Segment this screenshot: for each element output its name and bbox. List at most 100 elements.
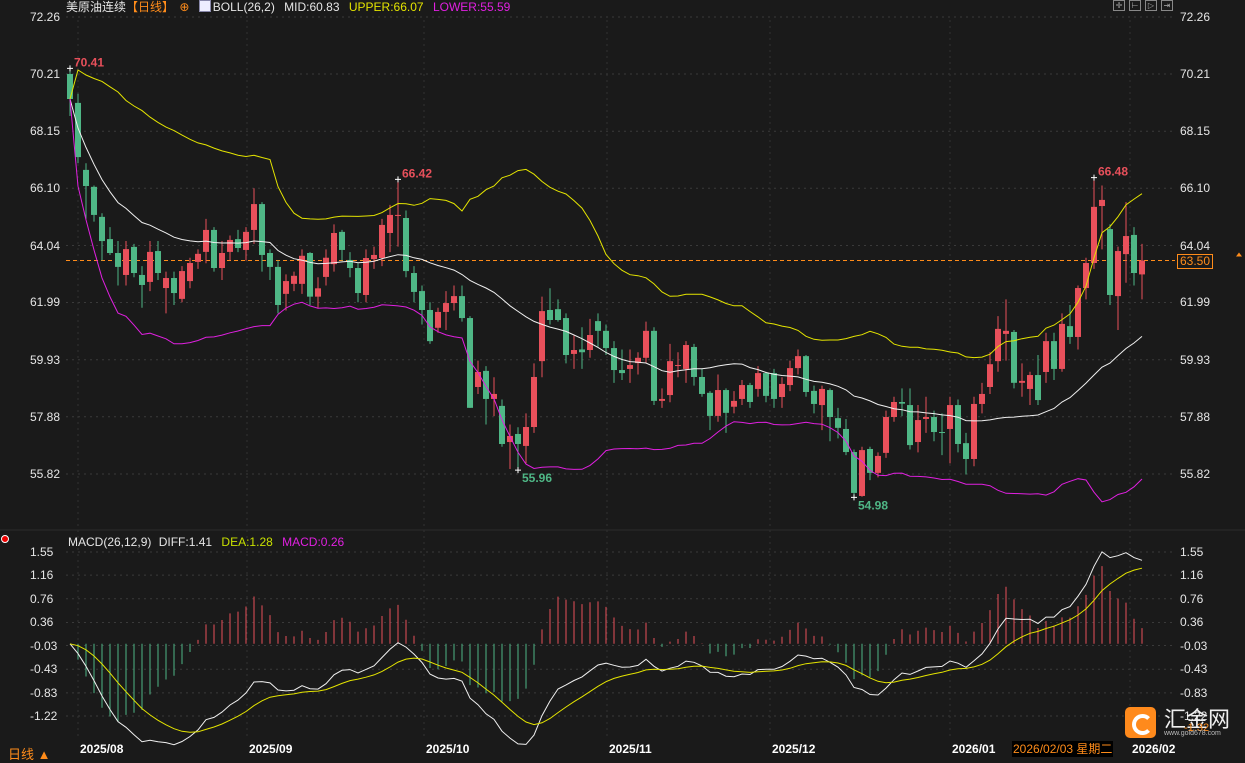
- candle: [187, 257, 193, 289]
- candle-body: [923, 417, 929, 419]
- boll-mid-line: [69, 98, 1143, 422]
- candle-body: [795, 356, 801, 369]
- y-axis-label-right: 66.10: [1180, 181, 1211, 196]
- candle-body: [467, 318, 473, 408]
- y-axis-label-right: 70.21: [1180, 66, 1211, 81]
- candle-body: [139, 274, 145, 285]
- y-axis-label-left: -1.22: [30, 709, 58, 723]
- y-axis-label-right: 1.16: [1180, 568, 1204, 583]
- candle: [1123, 202, 1129, 283]
- candle: [251, 188, 257, 244]
- candle-body: [611, 348, 617, 371]
- candle: [339, 229, 345, 261]
- candle-body: [451, 296, 457, 304]
- logo: 汇金网 -1.32 www.gold678.com: [1124, 706, 1245, 740]
- candle-body: [123, 249, 129, 275]
- candle: [971, 396, 977, 467]
- candle-body: [851, 452, 857, 493]
- boll-lower: LOWER:55.59: [432, 0, 511, 14]
- candle: [955, 399, 961, 453]
- y-axis-label-right: -0.83: [1180, 685, 1208, 700]
- candle-body: [115, 253, 121, 267]
- period-label[interactable]: 【日线】: [126, 0, 174, 14]
- candle: [563, 313, 569, 364]
- y-axis-label-left: 59.93: [30, 352, 61, 367]
- candle-body: [1067, 326, 1073, 337]
- y-axis-label-right: 68.15: [1180, 124, 1211, 139]
- candle-body: [659, 398, 665, 401]
- candle: [739, 380, 745, 406]
- candle-body: [971, 403, 977, 459]
- candle: [635, 352, 641, 375]
- candle-body: [427, 309, 433, 342]
- candle: [1035, 355, 1041, 406]
- candle-body: [515, 433, 521, 444]
- candle: [555, 299, 561, 322]
- y-axis-label-right: 1.55: [1180, 545, 1204, 559]
- candle-body: [243, 231, 249, 250]
- candle: [315, 277, 321, 308]
- candle-body: [1075, 288, 1081, 337]
- candle-body: [779, 383, 785, 397]
- extreme-marker: [1091, 174, 1097, 181]
- candle: [483, 366, 489, 425]
- macd-dea-line: [69, 567, 1143, 733]
- candle-body: [371, 254, 377, 260]
- candle-body: [339, 231, 345, 250]
- candle: [851, 449, 857, 498]
- candle: [275, 260, 281, 314]
- x-axis-label: 2025/10: [426, 742, 470, 756]
- crosshair-icon[interactable]: ✛: [1113, 0, 1125, 11]
- candle-body: [947, 405, 953, 429]
- candle: [779, 377, 785, 408]
- y-axis-label-left: 72.26: [30, 10, 61, 24]
- candle-body: [1027, 375, 1033, 389]
- candle: [827, 388, 833, 442]
- candle: [587, 318, 593, 358]
- candle-body: [259, 204, 265, 255]
- candle: [1091, 177, 1097, 269]
- period-button[interactable]: 日线 ▲: [8, 744, 50, 763]
- candle-body: [915, 420, 921, 443]
- candle-body: [691, 346, 697, 377]
- candle: [1051, 332, 1057, 381]
- candle: [907, 388, 913, 450]
- zoom-range-icon[interactable]: ⊢: [1129, 0, 1141, 11]
- candle: [1003, 299, 1009, 361]
- boll-mid: MID:60.83: [284, 0, 340, 14]
- exit-icon[interactable]: ⇥: [1161, 0, 1173, 11]
- candle: [883, 410, 889, 458]
- candle-body: [275, 266, 281, 305]
- candle: [299, 249, 305, 294]
- y-axis-label-left: 57.88: [30, 409, 61, 424]
- candle: [939, 413, 945, 456]
- extreme-label: 70.41: [74, 55, 104, 69]
- candle: [611, 341, 617, 383]
- boll-label: BOLL(26,2): [212, 0, 275, 14]
- candle-body: [171, 278, 177, 294]
- candle: [291, 271, 297, 292]
- y-axis-label-left: 70.21: [30, 66, 61, 81]
- candle-body: [643, 330, 649, 358]
- macd-toggle-icon[interactable]: [1, 535, 9, 543]
- candle: [1027, 371, 1033, 406]
- candle-body: [1043, 341, 1049, 372]
- settings-icon[interactable]: ⊕: [179, 0, 189, 14]
- play-range-icon[interactable]: ▷: [1145, 0, 1157, 11]
- candle-body: [707, 392, 713, 416]
- chart-canvas[interactable]: 70.41 66.42 55.96 54.98 66.48: [0, 0, 1245, 762]
- candle: [571, 335, 577, 369]
- boll-upper: UPPER:66.07: [348, 0, 424, 14]
- candle-body: [131, 246, 137, 274]
- candle: [963, 432, 969, 475]
- indicator-chart-icon[interactable]: [198, 0, 211, 12]
- candle: [267, 249, 273, 280]
- candle: [171, 271, 177, 305]
- candle: [691, 343, 697, 386]
- candle-body: [475, 371, 481, 387]
- candle-body: [603, 330, 609, 349]
- candle: [459, 285, 465, 322]
- candle-body: [859, 450, 865, 496]
- candle-body: [763, 373, 769, 396]
- scroll-up-icon[interactable]: [1236, 252, 1242, 257]
